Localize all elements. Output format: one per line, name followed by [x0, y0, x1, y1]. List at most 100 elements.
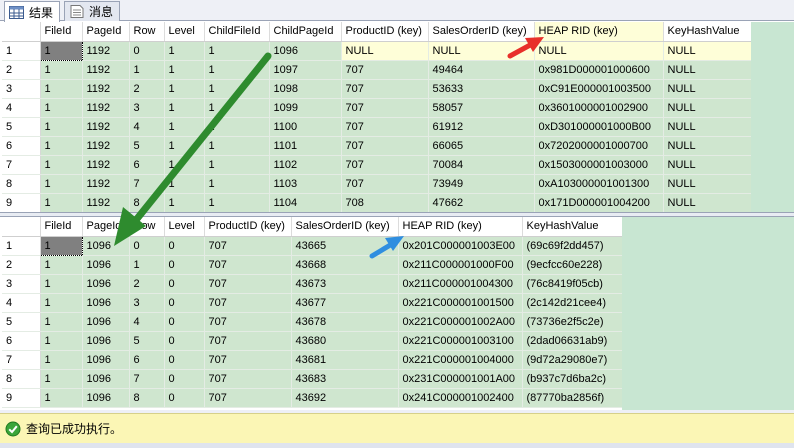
column-header[interactable]: FileId — [40, 217, 83, 237]
table-cell[interactable]: 707 — [341, 98, 429, 118]
table-cell[interactable]: 1 — [204, 41, 270, 61]
table-cell[interactable]: 707 — [341, 117, 429, 137]
table-cell[interactable]: (76c8419f05cb) — [522, 274, 623, 294]
table-cell[interactable]: 1 — [204, 193, 270, 212]
table-cell[interactable]: 43680 — [291, 331, 399, 351]
tab-messages[interactable]: 消息 — [64, 1, 121, 21]
results-grid-upper[interactable]: FileId PageId Row Level ChildFileId ChildPage… — [2, 22, 794, 212]
table-cell[interactable]: 1 — [164, 98, 205, 118]
table-cell[interactable]: 7 — [129, 174, 165, 194]
table-cell[interactable]: 1 — [39, 235, 83, 256]
table-cell[interactable]: 707 — [341, 155, 429, 175]
column-header[interactable]: ProductID (key) — [341, 22, 429, 42]
table-cell[interactable]: 0x211C000001004300 — [398, 274, 523, 294]
table-cell[interactable]: 43668 — [291, 255, 399, 275]
table-row[interactable]: 8 1 1096 7 0 707 43683 0x231C000001001A00 (b937c… — [2, 369, 623, 389]
table-cell[interactable]: 1100 — [269, 117, 342, 137]
table-cell[interactable]: 1 — [204, 117, 270, 137]
table-cell[interactable]: 1 — [204, 60, 270, 80]
table-cell[interactable]: 0 — [164, 388, 205, 408]
table-cell[interactable]: NULL — [663, 41, 752, 61]
table-cell[interactable]: 0x221C000001002A00 — [398, 312, 523, 332]
row-number-cell[interactable]: 5 — [2, 117, 41, 137]
table-cell[interactable]: 0x221C000001004000 — [398, 350, 523, 370]
column-header[interactable]: Level — [164, 217, 205, 237]
row-number-cell[interactable]: 4 — [2, 98, 41, 118]
table-cell[interactable]: 0x3601000001002900 — [534, 98, 664, 118]
table-cell[interactable]: 47662 — [428, 193, 535, 212]
table-cell[interactable]: 5 — [129, 331, 165, 351]
table-cell[interactable]: 1 — [204, 155, 270, 175]
table-cell[interactable]: NULL — [663, 155, 752, 175]
column-header[interactable]: HEAP RID (key) — [534, 22, 664, 42]
table-cell[interactable]: 1 — [164, 60, 205, 80]
table-cell[interactable]: 1 — [164, 155, 205, 175]
table-cell[interactable]: (9d72a29080e7) — [522, 350, 623, 370]
table-cell[interactable]: NULL — [428, 41, 535, 61]
table-cell[interactable]: 0 — [164, 350, 205, 370]
table-cell[interactable]: 0 — [164, 331, 205, 351]
row-number-cell[interactable]: 2 — [2, 60, 41, 80]
table-cell[interactable]: (73736e2f5c2e) — [522, 312, 623, 332]
table-cell[interactable]: 70084 — [428, 155, 535, 175]
table-cell[interactable]: 1099 — [269, 98, 342, 118]
table-row[interactable]: 7 1 1192 6 1 1 1102 707 70084 0x1503000001003000 N… — [2, 155, 752, 175]
table-cell[interactable]: 43692 — [291, 388, 399, 408]
table-cell[interactable]: 1 — [40, 117, 83, 137]
table-cell[interactable]: (b937c7d6ba2c) — [522, 369, 623, 389]
table-cell[interactable]: 3 — [129, 293, 165, 313]
table-row[interactable]: 2 1 1192 1 1 1 1097 707 49464 0x981D000001000600 N… — [2, 60, 752, 80]
table-cell[interactable]: 4 — [129, 312, 165, 332]
table-cell[interactable]: 1 — [40, 60, 83, 80]
column-header[interactable]: Row — [129, 217, 165, 237]
table-row[interactable]: 5 1 1192 4 1 1 1100 707 61912 0xD301000001000B00 N… — [2, 117, 752, 137]
table-cell[interactable]: 1192 — [82, 41, 130, 61]
table-row[interactable]: 3 1 1096 2 0 707 43673 0x211C000001004300 (76c84… — [2, 274, 623, 294]
table-cell[interactable]: 1097 — [269, 60, 342, 80]
table-cell[interactable]: 1 — [164, 136, 205, 156]
table-cell[interactable]: 0 — [164, 255, 205, 275]
table-cell[interactable]: 1096 — [82, 236, 130, 256]
table-cell[interactable]: 1 — [164, 79, 205, 99]
table-cell[interactable]: 1192 — [82, 60, 130, 80]
table-cell[interactable]: NULL — [663, 98, 752, 118]
table-cell[interactable]: 707 — [204, 255, 292, 275]
table-cell[interactable]: 1 — [40, 350, 83, 370]
table-cell[interactable]: 1 — [40, 293, 83, 313]
column-header[interactable]: FileId — [40, 22, 83, 42]
table-cell[interactable]: 0xD301000001000B00 — [534, 117, 664, 137]
table-cell[interactable]: 43683 — [291, 369, 399, 389]
table-row[interactable]: 6 1 1096 5 0 707 43680 0x221C000001003100 (2dad0… — [2, 331, 623, 351]
table-cell[interactable]: NULL — [663, 174, 752, 194]
table-cell[interactable]: 0xC91E000001003500 — [534, 79, 664, 99]
table-cell[interactable]: 1 — [40, 155, 83, 175]
table-cell[interactable]: 1 — [204, 136, 270, 156]
table-cell[interactable]: 1192 — [82, 136, 130, 156]
row-number-header[interactable] — [2, 22, 41, 42]
table-cell[interactable]: 1 — [164, 117, 205, 137]
table-cell[interactable]: 0 — [164, 312, 205, 332]
table-cell[interactable]: 1 — [204, 79, 270, 99]
table-cell[interactable]: 1096 — [82, 274, 130, 294]
table-row[interactable]: 6 1 1192 5 1 1 1101 707 66065 0x7202000001000700 N… — [2, 136, 752, 156]
table-cell[interactable]: 4 — [129, 117, 165, 137]
table-cell[interactable]: 1102 — [269, 155, 342, 175]
table-cell[interactable]: 1 — [40, 312, 83, 332]
row-number-cell[interactable]: 7 — [2, 155, 41, 175]
table-cell[interactable]: 1192 — [82, 79, 130, 99]
column-header[interactable]: Row — [129, 22, 165, 42]
table-cell[interactable]: 1096 — [82, 312, 130, 332]
table-cell[interactable]: 707 — [204, 293, 292, 313]
table-cell[interactable]: 1 — [39, 40, 83, 61]
table-cell[interactable]: 1 — [204, 174, 270, 194]
table-row[interactable]: 9 1 1192 8 1 1 1104 708 47662 0x171D000001004200 N… — [2, 193, 752, 212]
table-cell[interactable]: 66065 — [428, 136, 535, 156]
table-cell[interactable]: 0 — [164, 236, 205, 256]
row-number-cell[interactable]: 3 — [2, 274, 41, 294]
table-cell[interactable]: 0 — [164, 369, 205, 389]
column-header[interactable]: PageId — [82, 22, 130, 42]
table-cell[interactable]: 1096 — [82, 293, 130, 313]
table-cell[interactable]: (69c69f2dd457) — [522, 236, 623, 256]
table-cell[interactable]: 53633 — [428, 79, 535, 99]
table-cell[interactable]: 43673 — [291, 274, 399, 294]
